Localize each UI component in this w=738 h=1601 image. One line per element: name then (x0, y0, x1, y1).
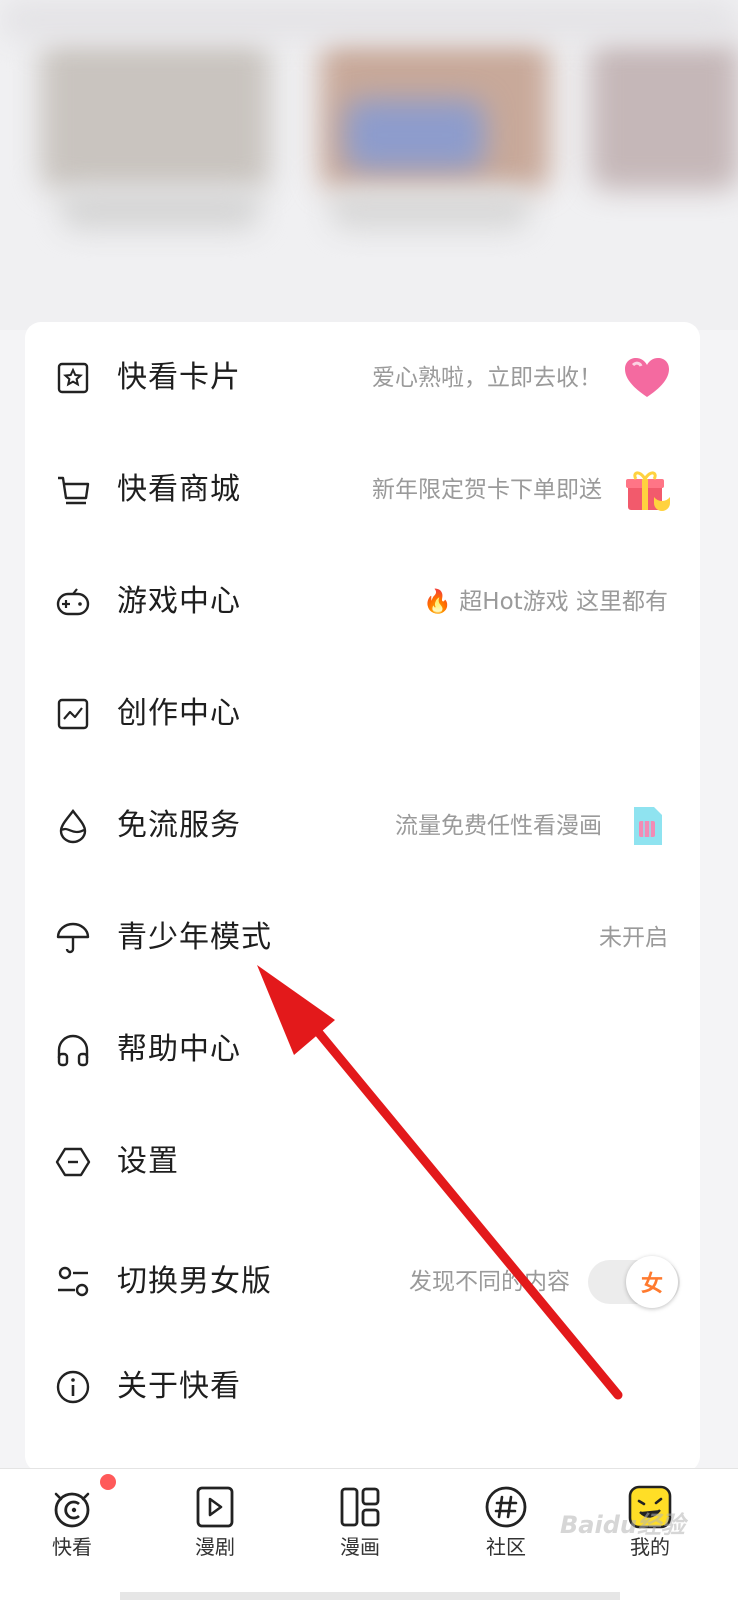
drop-icon (55, 808, 91, 844)
chart-icon (55, 696, 91, 732)
menu-item-kuaikan-mall[interactable]: 快看商城 新年限定贺卡下单即送 (25, 434, 700, 546)
grid-layout-icon (338, 1485, 382, 1529)
menu-item-teen-mode[interactable]: 青少年模式 未开启 (25, 882, 700, 994)
menu-item-label: 免流服务 (117, 808, 241, 843)
cart-icon (55, 472, 91, 508)
tab-label: 社区 (486, 1535, 526, 1559)
menu-item-free-data[interactable]: 免流服务 流量免费任性看漫画 (25, 770, 700, 882)
headphones-icon (55, 1032, 91, 1068)
menu-item-help-center[interactable]: 帮助中心 (25, 994, 700, 1106)
heart-icon (624, 357, 670, 399)
menu-item-label: 快看卡片 (117, 360, 241, 395)
menu-item-about[interactable]: 关于快看 (25, 1326, 700, 1448)
info-icon (55, 1369, 91, 1405)
menu-item-hint: 未开启 (599, 925, 668, 951)
notification-badge (100, 1474, 116, 1490)
menu-item-hint: 🔥 超Hot游戏 这里都有 (423, 589, 668, 615)
kuaikan-home-icon (50, 1485, 94, 1529)
hashtag-icon (484, 1485, 528, 1529)
tab-label: 漫剧 (195, 1535, 235, 1559)
menu-card: 快看卡片 爱心熟啦，立即去收！ 快看商城 新年限定贺卡下单即送 游戏中心 🔥 超… (25, 322, 700, 1472)
home-indicator (120, 1592, 620, 1600)
gender-toggle[interactable]: 女 (588, 1256, 680, 1308)
menu-item-label: 快看商城 (117, 472, 241, 507)
tab-manhua[interactable]: 漫画 (300, 1469, 420, 1601)
menu-item-label: 创作中心 (117, 696, 241, 731)
menu-item-label: 游戏中心 (117, 584, 241, 619)
tab-community[interactable]: 社区 (446, 1469, 566, 1601)
hexagon-settings-icon (55, 1144, 91, 1180)
gift-icon (624, 469, 670, 511)
gamepad-icon (55, 584, 91, 620)
tab-manju[interactable]: 漫剧 (155, 1469, 275, 1601)
card-star-icon (55, 360, 91, 396)
menu-item-game-center[interactable]: 游戏中心 🔥 超Hot游戏 这里都有 (25, 546, 700, 658)
watermark: Baidu经验 (560, 1511, 685, 1539)
fire-icon: 🔥 (423, 589, 452, 615)
menu-item-label: 设置 (117, 1144, 179, 1179)
tab-kuaikan[interactable]: 快看 (12, 1469, 132, 1601)
blurred-banner (0, 0, 738, 330)
umbrella-icon (55, 920, 91, 956)
sim-card-icon (624, 805, 670, 847)
play-icon (193, 1485, 237, 1529)
menu-item-hint: 新年限定贺卡下单即送 (372, 477, 602, 503)
tab-label: 漫画 (340, 1535, 380, 1559)
menu-item-creator-center[interactable]: 创作中心 (25, 658, 700, 770)
tab-label: 快看 (52, 1535, 92, 1559)
menu-item-label: 帮助中心 (117, 1032, 241, 1067)
menu-item-label: 青少年模式 (117, 920, 272, 955)
menu-item-label: 关于快看 (117, 1369, 241, 1404)
menu-item-hint: 爱心熟啦，立即去收！ (372, 365, 602, 391)
menu-item-hint: 流量免费任性看漫画 (395, 813, 602, 839)
switch-icon (55, 1264, 91, 1300)
menu-item-settings[interactable]: 设置 (25, 1106, 700, 1218)
toggle-knob: 女 (626, 1256, 678, 1308)
menu-item-kuaikan-card[interactable]: 快看卡片 爱心熟啦，立即去收！ (25, 322, 700, 434)
